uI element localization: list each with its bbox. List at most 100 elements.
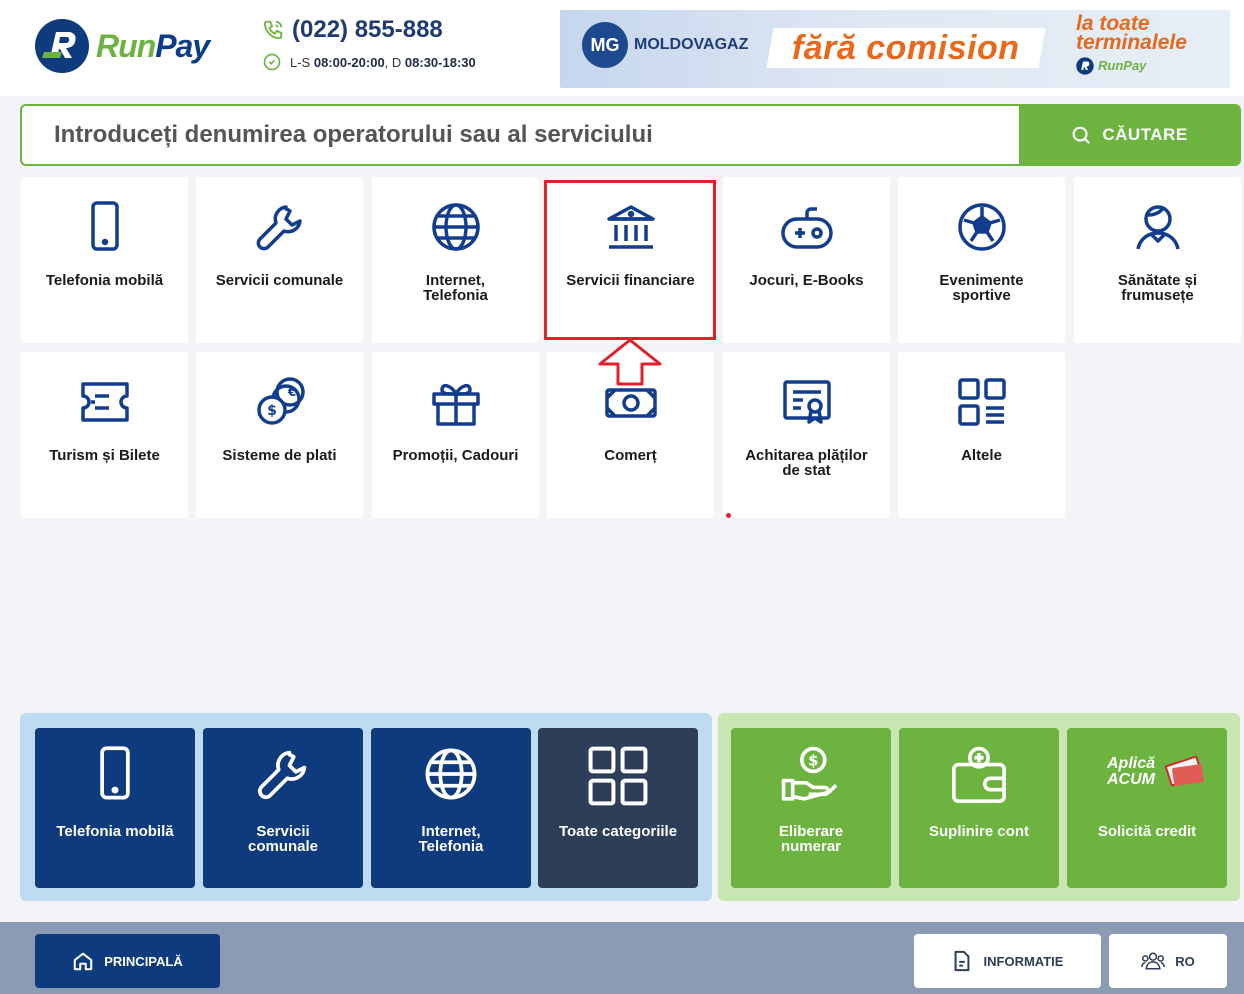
logo-text-run: Run — [96, 27, 156, 64]
category-turism-bilete[interactable]: Turism și Bilete — [21, 352, 188, 518]
quick-label: Telefonia mobilă — [56, 823, 174, 840]
quick-solicita-credit[interactable]: Aplică ACUM Solicită credit — [1067, 728, 1227, 888]
quick-label: Toate categoriile — [558, 823, 678, 840]
category-jocuri-ebooks[interactable]: Jocuri, E-Books — [723, 177, 890, 343]
hours-mid: , D — [384, 54, 405, 70]
category-label: Servicii comunale — [215, 272, 344, 289]
info-button-label: INFORMATIE — [983, 953, 1064, 969]
runpay-kiosk-page: RunPay (022) 855-888 L-S 08:00-20:00, D … — [0, 0, 1244, 994]
coins-icon: $€ — [256, 377, 305, 425]
certificate-icon — [782, 380, 831, 424]
quick-label: Servicii comunale — [247, 823, 319, 855]
moldovagaz-logo-icon: MG — [582, 22, 628, 68]
category-label: Servicii financiare — [566, 272, 695, 289]
category-label: Jocuri, E-Books — [749, 272, 864, 289]
category-label: Telefonia mobilă — [45, 272, 164, 289]
contact-info: (022) 855-888 L-S 08:00-20:00, D 08:30-1… — [262, 16, 476, 72]
language-button[interactable]: RO — [1109, 934, 1227, 988]
category-sisteme-de-plati[interactable]: $ € Sisteme de plati — [196, 352, 363, 518]
gift-icon — [431, 383, 480, 426]
category-label: Evenimente sportive — [939, 272, 1024, 304]
ticket-icon — [80, 382, 129, 422]
quick-label: Eliberare numerar — [778, 823, 844, 855]
home-icon — [73, 952, 93, 971]
quick-label: Internet, Telefonia — [418, 823, 484, 855]
logo-text-pay: Pay — [155, 27, 210, 64]
grid-icon — [588, 746, 648, 806]
category-sanatate-frumusete[interactable]: Sănătate și frumusețe — [1074, 177, 1241, 343]
info-button[interactable]: INFORMATIE — [914, 934, 1101, 988]
category-label: Internet, Telefonia — [423, 272, 488, 304]
quick-servicii-comunale[interactable]: Servicii comunale — [203, 728, 363, 888]
phone-icon — [90, 201, 119, 251]
wrench-icon — [256, 205, 302, 251]
moldovagaz-brand: MG MOLDOVAGAZ — [582, 22, 748, 68]
category-altele[interactable]: Altele — [898, 352, 1065, 518]
hours-sunday: 08:30-18:30 — [404, 54, 476, 70]
category-label: Turism și Bilete — [49, 447, 160, 464]
gamepad-icon — [780, 207, 833, 249]
svg-text:$: $ — [267, 403, 277, 419]
svg-text:$: $ — [808, 752, 818, 770]
category-servicii-financiare[interactable]: Servicii financiare — [547, 177, 714, 343]
bank-icon — [606, 205, 655, 249]
hours-text: L-S 08:00-20:00, D 08:30-18:30 — [290, 55, 476, 70]
promo-text: fără comision — [792, 28, 1020, 67]
category-internet-telefonia[interactable]: Internet, Telefonia — [372, 177, 539, 343]
banner-line-2: terminalele — [1076, 31, 1187, 54]
home-button[interactable]: PRINCIPALĂ — [35, 934, 220, 988]
hours-weekday: 08:00-20:00 — [313, 54, 385, 70]
globe-icon — [431, 203, 480, 251]
moldovagaz-text: MOLDOVAGAZ — [634, 36, 749, 53]
quick-telefonia-mobila[interactable]: Telefonia mobilă — [35, 728, 195, 888]
category-label: Sănătate și frumusețe — [1117, 272, 1198, 304]
phone-icon — [100, 746, 130, 800]
red-dot — [726, 513, 731, 518]
phone-text: (022) 855-888 — [292, 16, 443, 43]
category-label: Sisteme de plati — [222, 447, 337, 464]
up-arrow-icon — [598, 338, 662, 386]
grid-icon — [957, 378, 1006, 426]
footer-bar: PRINCIPALĂ INFORMATIE RO — [0, 922, 1244, 994]
category-promotii-cadouri[interactable]: Promoții, Cadouri — [372, 352, 539, 518]
wallet-icon — [952, 746, 1006, 803]
apply-badge-line-1: Aplică — [1107, 755, 1156, 772]
category-label: Achitarea plăților de stat — [745, 447, 868, 479]
runpay-logo[interactable]: RunPay — [34, 18, 210, 74]
globe-icon — [425, 748, 477, 800]
svg-text:€: € — [286, 385, 295, 399]
phone-number[interactable]: (022) 855-888 — [262, 16, 476, 44]
category-label: Comerț — [604, 447, 657, 464]
category-achitarea-platilor-de-stat[interactable]: Achitarea plăților de stat — [723, 352, 890, 518]
apply-badge-line-2: ACUM — [1107, 771, 1155, 788]
language-label: RO — [1175, 953, 1195, 969]
quick-suplinire-cont[interactable]: Suplinire cont — [899, 728, 1059, 888]
hours-prefix: L-S — [290, 54, 314, 70]
runpay-mini-logo-icon — [1076, 56, 1094, 75]
quick-internet-telefonia[interactable]: Internet, Telefonia — [371, 728, 531, 888]
banner-runpay-text: RunPay — [1098, 58, 1147, 73]
working-hours: L-S 08:00-20:00, D 08:30-18:30 — [262, 52, 476, 72]
category-evenimente-sportive[interactable]: Evenimente sportive — [898, 177, 1065, 343]
home-button-label: PRINCIPALĂ — [104, 953, 183, 969]
category-servicii-comunale[interactable]: Servicii comunale — [196, 177, 363, 343]
runpay-logo-icon — [35, 19, 89, 73]
quick-toate-categoriile[interactable]: Toate categoriile — [538, 728, 698, 888]
promo-banner[interactable]: MG MOLDOVAGAZ fără comision la toate ter… — [560, 10, 1230, 88]
quick-label: Suplinire cont — [928, 823, 1029, 840]
soccer-ball-icon — [957, 203, 1006, 251]
search-button[interactable]: CĂUTARE — [1019, 106, 1239, 164]
document-icon — [954, 950, 969, 972]
logo-text: RunPay — [96, 27, 210, 65]
apply-now-icon: Aplică ACUM — [1087, 754, 1207, 804]
promo-slogan: fără comision — [766, 28, 1046, 68]
category-label: Altele — [961, 447, 1002, 464]
quick-eliberare-numerar[interactable]: $ Eliberare numerar — [731, 728, 891, 888]
search-button-label: CĂUTARE — [1102, 125, 1188, 144]
phone-call-icon — [263, 20, 283, 40]
category-label: Promoții, Cadouri — [392, 447, 519, 464]
category-telefonia-mobila[interactable]: Telefonia mobilă — [21, 177, 188, 343]
search-input[interactable] — [22, 106, 1022, 164]
cash-hand-icon: $ — [781, 746, 838, 801]
search-bar: CĂUTARE — [20, 104, 1241, 166]
